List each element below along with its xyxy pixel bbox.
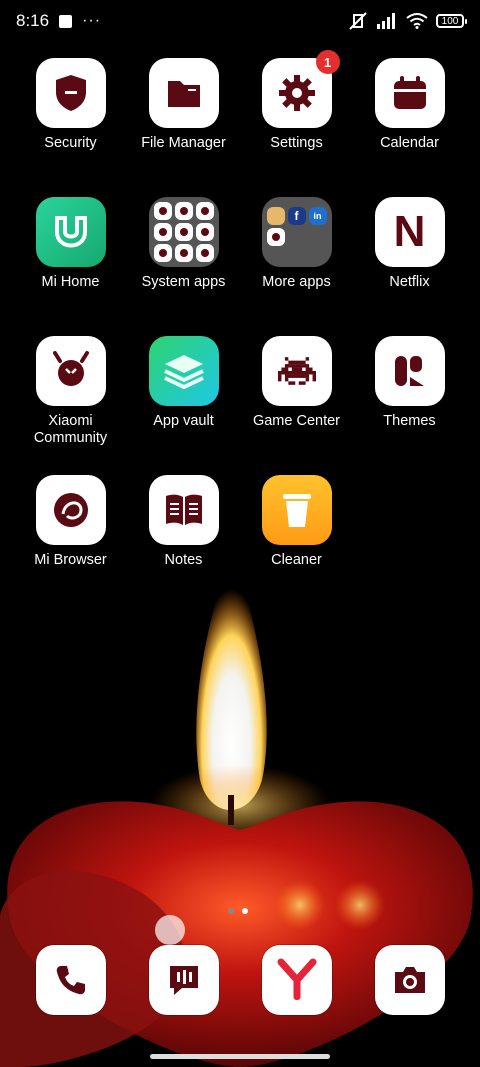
mini-app-icon xyxy=(153,244,172,262)
netflix-logo-letter: N xyxy=(393,207,426,256)
folder-system-apps[interactable]: System apps xyxy=(127,197,240,291)
app-label: Mi Home xyxy=(41,274,100,290)
battery-icon: 100 xyxy=(436,14,467,28)
app-label: App vault xyxy=(153,413,214,429)
browser-icon xyxy=(35,475,106,545)
app-file-manager[interactable]: File Manager xyxy=(127,58,240,152)
mini-app-icon xyxy=(195,244,214,262)
mini-app-icon xyxy=(153,223,172,241)
dock-messages[interactable] xyxy=(127,945,240,1015)
battery-level: 100 xyxy=(441,15,459,27)
gear-icon: 1 xyxy=(261,50,340,128)
page-indicator xyxy=(228,908,248,914)
app-game-center[interactable]: Game Center xyxy=(240,336,353,430)
mini-app-icon xyxy=(174,244,193,262)
app-mi-browser[interactable]: Mi Browser xyxy=(14,475,127,569)
notification-icon xyxy=(59,14,73,28)
app-label: More apps xyxy=(262,274,331,290)
trash-icon xyxy=(261,475,332,545)
app-label: File Manager xyxy=(141,135,226,151)
app-settings[interactable]: 1 Settings xyxy=(240,50,353,152)
app-xiaomi-community[interactable]: Xiaomi Community xyxy=(14,336,127,447)
app-mi-home[interactable]: Mi Home xyxy=(14,197,127,291)
themes-icon xyxy=(374,336,445,406)
mini-app-icon xyxy=(266,228,285,246)
app-label: Settings xyxy=(270,135,323,151)
wifi-icon xyxy=(406,13,428,29)
app-label: Calendar xyxy=(380,135,439,151)
more-notifications-icon: ··· xyxy=(82,12,102,29)
mi-home-icon xyxy=(35,197,106,267)
book-icon xyxy=(148,475,219,545)
mini-app-icon xyxy=(153,202,172,220)
app-netflix[interactable]: N Netflix xyxy=(353,197,466,291)
netflix-icon: N xyxy=(374,197,445,267)
app-cleaner[interactable]: Cleaner xyxy=(240,475,353,569)
vibrate-off-icon xyxy=(349,12,367,30)
message-icon xyxy=(148,945,219,1015)
folder-more-apps-icon: f in xyxy=(261,197,332,267)
app-label: Themes xyxy=(383,413,436,429)
signal-icon xyxy=(377,13,395,29)
app-label: Netflix xyxy=(389,274,430,290)
app-security[interactable]: Security xyxy=(14,58,127,152)
layers-icon xyxy=(148,336,219,406)
mini-app-icon xyxy=(174,202,193,220)
dock-camera[interactable] xyxy=(353,945,466,1015)
app-label: Cleaner xyxy=(271,552,322,568)
camera-icon xyxy=(374,945,445,1015)
dock-phone[interactable] xyxy=(14,945,127,1015)
app-label: Xiaomi Community xyxy=(33,413,108,446)
mini-app-icon xyxy=(195,202,214,220)
clock: 8:16 xyxy=(16,11,50,30)
security-icon xyxy=(35,58,106,128)
mini-app-icon xyxy=(266,207,285,225)
folder-icon xyxy=(148,58,219,128)
dock xyxy=(0,945,480,1017)
app-calendar[interactable]: Calendar xyxy=(353,58,466,152)
folder-more-apps[interactable]: f in More apps xyxy=(240,197,353,291)
linkedin-icon: in xyxy=(308,207,327,225)
dock-yandex-browser[interactable] xyxy=(240,945,353,1015)
app-notes[interactable]: Notes xyxy=(127,475,240,569)
mini-app-icon xyxy=(195,223,214,241)
mi-bunny-icon xyxy=(35,336,106,406)
mini-app-icon xyxy=(174,223,193,241)
app-label: Notes xyxy=(164,552,203,568)
phone-icon xyxy=(35,945,106,1015)
page-dot-active[interactable] xyxy=(242,908,248,914)
calendar-icon xyxy=(374,58,445,128)
app-label: Security xyxy=(44,135,97,151)
yandex-y-icon xyxy=(261,945,332,1015)
facebook-icon: f xyxy=(287,207,306,225)
space-invader-icon xyxy=(261,336,332,406)
status-bar: 8:16 ··· 100 xyxy=(0,0,480,42)
home-indicator[interactable] xyxy=(150,1054,330,1059)
page-dot[interactable] xyxy=(228,908,234,914)
notification-badge: 1 xyxy=(315,50,340,74)
app-app-vault[interactable]: App vault xyxy=(127,336,240,430)
app-label: Game Center xyxy=(252,413,341,429)
folder-system-apps-icon xyxy=(148,197,219,267)
app-label: System apps xyxy=(141,274,226,290)
app-themes[interactable]: Themes xyxy=(353,336,466,430)
app-label: Mi Browser xyxy=(34,552,107,568)
